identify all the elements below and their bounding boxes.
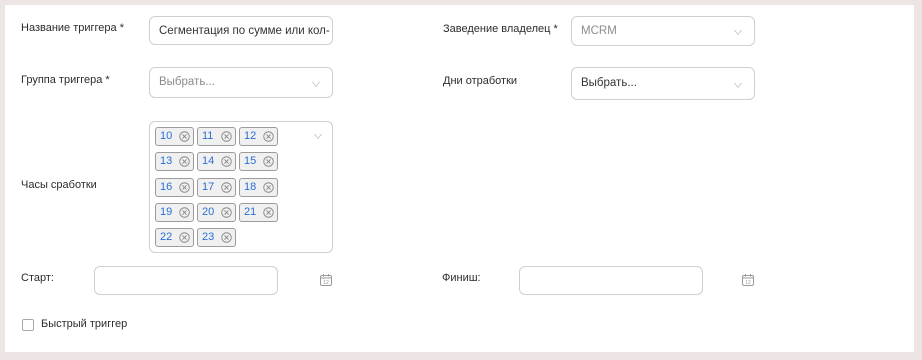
close-circle-icon[interactable] <box>179 232 190 243</box>
hour-chip-label: 15 <box>244 155 257 168</box>
hour-chip: 10 <box>155 127 194 146</box>
trigger-name-input[interactable]: Сегментация по сумме или кол-в <box>149 16 333 45</box>
hour-chip-label: 23 <box>202 231 215 244</box>
hour-chip: 22 <box>155 228 194 248</box>
hour-chip: 13 <box>155 152 194 172</box>
close-circle-icon[interactable] <box>221 131 232 142</box>
work-days-placeholder: Выбрать... <box>581 77 637 89</box>
svg-text:12: 12 <box>745 280 751 286</box>
chevron-down-icon <box>734 83 742 88</box>
hour-chip-label: 21 <box>244 205 257 218</box>
hour-chip: 23 <box>197 228 236 248</box>
hour-chip: 18 <box>239 177 278 197</box>
work-hours-label: Часы сработки <box>21 179 97 191</box>
work-days-label: Дни отработки <box>443 75 518 87</box>
start-date-input[interactable] <box>94 266 278 295</box>
close-circle-icon[interactable] <box>221 181 232 193</box>
close-circle-icon[interactable] <box>263 181 274 193</box>
hour-chip: 16 <box>155 177 194 197</box>
hour-chip-label: 12 <box>244 130 257 142</box>
trigger-group-label: Группа триггера * <box>21 74 110 86</box>
hour-chip-label: 17 <box>202 180 215 193</box>
hour-chip: 19 <box>155 202 194 222</box>
close-circle-icon[interactable] <box>221 232 232 243</box>
finish-label: Финиш: <box>442 272 481 284</box>
close-circle-icon[interactable] <box>221 156 232 168</box>
close-circle-icon[interactable] <box>263 131 274 142</box>
hour-chip-label: 11 <box>202 130 214 142</box>
hour-chip: 15 <box>239 152 278 172</box>
calendar-icon[interactable]: 12 <box>320 274 332 286</box>
hour-chip-label: 18 <box>244 180 257 193</box>
fast-trigger-checkbox[interactable] <box>22 319 34 331</box>
chevron-down-icon <box>314 134 322 139</box>
calendar-icon[interactable]: 12 <box>742 274 754 286</box>
trigger-group-select[interactable]: Выбрать... <box>149 67 333 98</box>
owner-venue-select[interactable]: MCRM <box>571 16 755 46</box>
hour-chip: 20 <box>197 202 236 222</box>
close-circle-icon[interactable] <box>221 207 232 218</box>
hour-chip-label: 19 <box>160 205 173 218</box>
close-circle-icon[interactable] <box>179 131 190 142</box>
trigger-form-panel: Название триггера * Сегментация по сумме… <box>5 5 914 352</box>
close-circle-icon[interactable] <box>179 207 190 218</box>
hour-chip-label: 10 <box>160 130 173 142</box>
hour-chip: 21 <box>239 202 278 222</box>
work-days-select[interactable]: Выбрать... <box>571 67 755 100</box>
hour-chip-label: 14 <box>202 155 215 168</box>
finish-date-input[interactable] <box>519 266 703 295</box>
hour-chip: 14 <box>197 152 236 172</box>
trigger-name-value: Сегментация по сумме или кол-в <box>159 25 330 37</box>
work-hours-multiselect[interactable]: 10 11 12 13 14 15 16 17 18 19 20 21 22 23 <box>149 121 333 253</box>
hour-chip-label: 13 <box>160 155 173 168</box>
close-circle-icon[interactable] <box>263 207 274 218</box>
hour-chip: 12 <box>239 127 278 146</box>
fast-trigger-label: Быстрый триггер <box>41 318 128 330</box>
hour-chip: 17 <box>197 177 236 197</box>
close-circle-icon[interactable] <box>179 156 190 168</box>
trigger-group-placeholder: Выбрать... <box>159 76 215 88</box>
start-label: Старт: <box>21 272 54 284</box>
svg-text:12: 12 <box>323 280 329 286</box>
owner-venue-label: Заведение владелец * <box>443 23 558 35</box>
owner-venue-value: MCRM <box>581 25 617 37</box>
trigger-name-label: Название триггера * <box>21 22 124 34</box>
hour-chip-label: 22 <box>160 231 173 244</box>
close-circle-icon[interactable] <box>179 181 190 193</box>
close-circle-icon[interactable] <box>263 156 274 168</box>
hour-chip: 11 <box>197 127 236 146</box>
chevron-down-icon <box>734 30 742 35</box>
chevron-down-icon <box>312 82 320 87</box>
hour-chip-label: 16 <box>160 180 173 193</box>
hour-chip-label: 20 <box>202 205 215 218</box>
